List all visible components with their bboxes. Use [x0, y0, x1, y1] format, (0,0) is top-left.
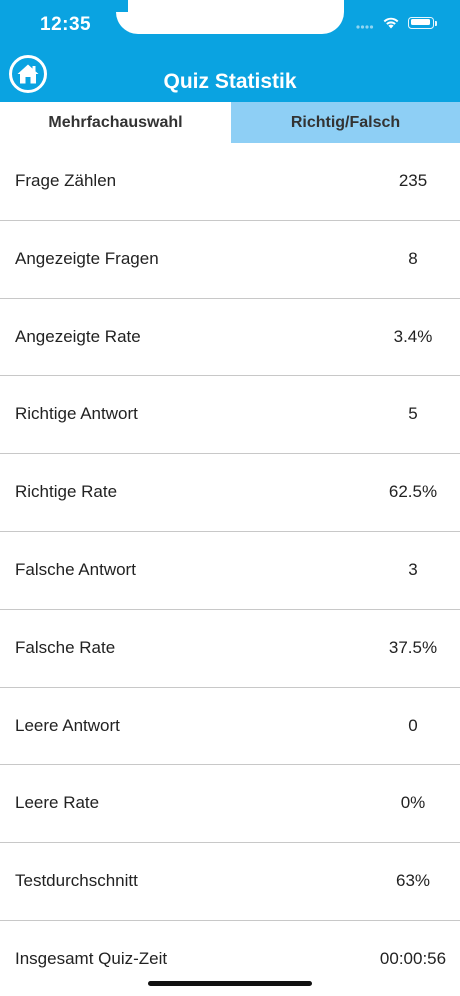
stat-label: Angezeigte Fragen	[15, 248, 159, 268]
stat-row-test-average: Testdurchschnitt 63%	[0, 843, 460, 921]
stat-value: 3	[408, 559, 418, 579]
stat-value: 8	[408, 248, 418, 268]
header-bar: 12:35 Quiz Statistik	[0, 0, 460, 102]
stat-label: Falsche Rate	[15, 637, 116, 657]
stat-row-wrong-answers: Falsche Antwort 3	[0, 532, 460, 610]
stat-value: 3.4%	[393, 326, 433, 346]
device-notch	[116, 0, 344, 34]
stat-label: Richtige Rate	[15, 482, 118, 502]
stat-value: 00:00:56	[379, 948, 447, 968]
stat-value: 0	[408, 715, 418, 735]
stat-row-question-count: Frage Zählen 235	[0, 143, 460, 221]
stat-value: 37.5%	[388, 637, 438, 657]
stat-value: 0%	[400, 793, 426, 813]
battery-level	[410, 19, 430, 25]
stat-value: 63%	[395, 871, 431, 891]
battery-icon	[408, 16, 437, 29]
cellular-signal-icon	[356, 24, 374, 29]
screen: 12:35 Quiz Statistik Mehrfachauswahl Ric…	[0, 0, 460, 996]
stat-label: Angezeigte Rate	[15, 326, 141, 346]
wifi-icon	[383, 17, 399, 29]
stat-label: Falsche Antwort	[15, 559, 136, 579]
stat-row-shown-rate: Angezeigte Rate 3.4%	[0, 299, 460, 377]
stat-value: 235	[398, 171, 428, 190]
stat-row-empty-answers: Leere Antwort 0	[0, 688, 460, 766]
stat-label: Leere Antwort	[15, 715, 120, 735]
stat-value: 62.5%	[388, 482, 438, 502]
stat-value: 5	[408, 404, 418, 424]
stat-row-wrong-rate: Falsche Rate 37.5%	[0, 610, 460, 688]
stats-list: Frage Zählen 235 Angezeigte Fragen 8 Ang…	[0, 143, 460, 996]
stat-label: Testdurchschnitt	[15, 871, 138, 891]
stat-row-correct-rate: Richtige Rate 62.5%	[0, 454, 460, 532]
home-indicator[interactable]	[148, 981, 312, 986]
stat-label: Richtige Antwort	[15, 404, 138, 424]
stat-row-shown-questions: Angezeigte Fragen 8	[0, 221, 460, 299]
stat-row-correct-answers: Richtige Antwort 5	[0, 376, 460, 455]
status-icons	[356, 16, 437, 29]
tab-multiple-choice[interactable]: Mehrfachauswahl	[0, 102, 231, 143]
page-title: Quiz Statistik	[163, 70, 297, 93]
stat-label: Insgesamt Quiz-Zeit	[15, 948, 168, 968]
tab-bar: Mehrfachauswahl Richtig/Falsch	[0, 102, 460, 143]
tab-true-false[interactable]: Richtig/Falsch	[231, 102, 460, 143]
status-time: 12:35	[40, 14, 92, 35]
stat-label: Leere Rate	[15, 793, 100, 813]
stat-row-empty-rate: Leere Rate 0%	[0, 765, 460, 844]
stat-label: Frage Zählen	[15, 171, 117, 190]
